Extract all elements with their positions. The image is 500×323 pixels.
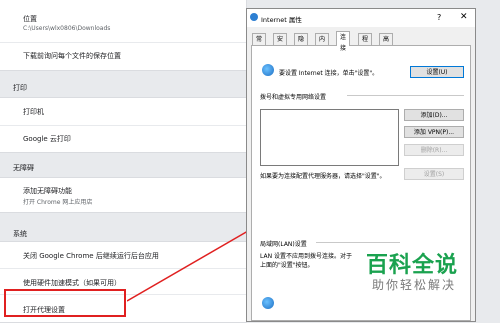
- setup-text: 要设置 Internet 连接，单击"设置"。: [279, 70, 379, 77]
- add-button[interactable]: 添加(D)...: [404, 109, 464, 121]
- tab-content[interactable]: 内容: [315, 33, 330, 54]
- setup-button[interactable]: 设置(U): [410, 66, 464, 78]
- ok-globe-icon: [262, 297, 274, 309]
- dialup-divider: [347, 95, 464, 96]
- lan-text-1: LAN 设置不应用到拨号连接。对于: [260, 253, 352, 260]
- tab-privacy[interactable]: 隐私: [294, 33, 309, 54]
- download-location-row[interactable]: 位置 C:\Users\wlx0806\Downloads: [0, 0, 246, 36]
- tab-advanced[interactable]: 高级: [379, 33, 394, 54]
- system-section-title: 系统: [13, 230, 27, 238]
- add-vpn-button[interactable]: 添加 VPN(P)...: [404, 126, 464, 138]
- tab-general[interactable]: 常规: [252, 33, 267, 54]
- accessibility-card: 添加无障碍功能 打开 Chrome 网上应用店: [0, 178, 246, 212]
- add-accessibility-sub: 打开 Chrome 网上应用店: [23, 199, 93, 206]
- connections-list[interactable]: [260, 109, 399, 166]
- download-location-path: C:\Users\wlx0806\Downloads: [23, 25, 111, 32]
- cloud-print-row[interactable]: Google 云打印: [0, 125, 246, 153]
- close-icon[interactable]: ✕: [460, 12, 468, 22]
- ask-location-label: 下载前询问每个文件的保存位置: [23, 52, 121, 60]
- lan-text-2: 上面的"设置"按钮。: [260, 262, 314, 269]
- ask-location-row[interactable]: 下载前询问每个文件的保存位置: [0, 42, 246, 71]
- globe-icon: [262, 64, 274, 76]
- printer-row[interactable]: 打印机: [0, 98, 246, 125]
- watermark-logo: 百科全说: [366, 253, 459, 278]
- printer-label: 打印机: [23, 108, 44, 116]
- download-location-label: 位置: [23, 15, 37, 23]
- add-accessibility-label: 添加无障碍功能: [23, 187, 72, 195]
- print-card: 打印机 Google 云打印: [0, 98, 246, 152]
- help-icon[interactable]: ?: [437, 13, 441, 22]
- proxy-note: 如果要为连接配置代理服务器，请选择"设置"。: [260, 173, 386, 180]
- tab-security[interactable]: 安全: [273, 33, 288, 54]
- watermark-subtitle: 助你轻松解决: [372, 278, 457, 292]
- tab-connections[interactable]: 连接: [336, 31, 351, 52]
- hardware-accel-label: 使用硬件加速模式（如果可用）: [23, 279, 121, 287]
- connection-settings-button[interactable]: 设置(S): [404, 168, 464, 180]
- internet-options-icon: [250, 13, 258, 21]
- pointer-line: [127, 230, 249, 302]
- highlight-box: [4, 289, 126, 317]
- remove-button[interactable]: 删除(R)...: [404, 144, 464, 156]
- tab-programs[interactable]: 程序: [358, 33, 373, 54]
- accessibility-section-title: 无障碍: [13, 164, 34, 172]
- lan-divider: [316, 242, 400, 243]
- dialog-titlebar: Internet 属性 ? ✕: [247, 9, 475, 27]
- dialog-title: Internet 属性: [261, 16, 302, 24]
- print-section-title: 打印: [13, 84, 27, 92]
- cloud-print-label: Google 云打印: [23, 135, 71, 143]
- lan-title: 局域网(LAN)设置: [260, 241, 307, 248]
- dialup-title: 拨号和虚拟专用网络设置: [260, 94, 327, 101]
- add-accessibility-row[interactable]: 添加无障碍功能 打开 Chrome 网上应用店: [0, 178, 246, 212]
- downloads-card: 位置 C:\Users\wlx0806\Downloads 下载前询问每个文件的…: [0, 0, 246, 70]
